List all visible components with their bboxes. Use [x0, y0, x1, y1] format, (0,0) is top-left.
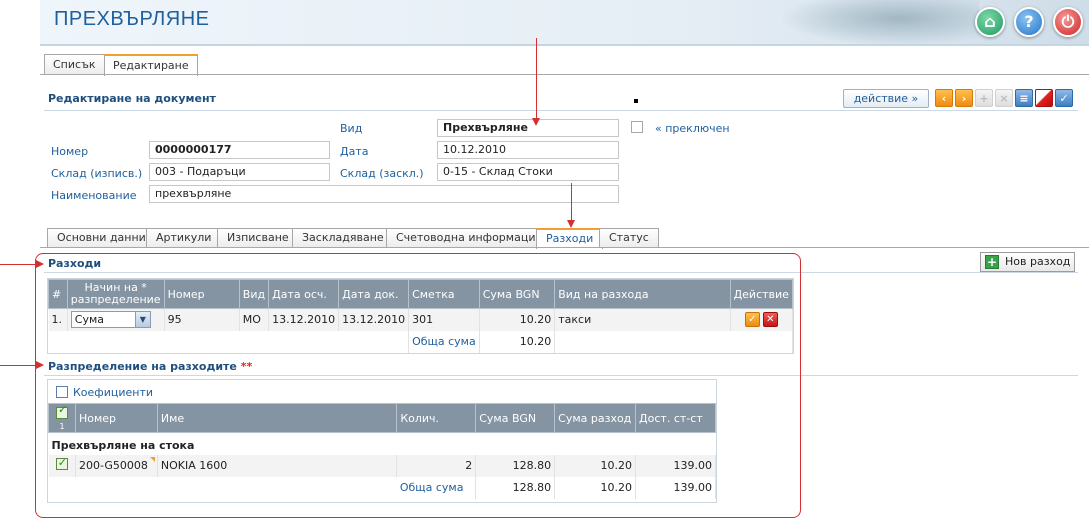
tab-expenses[interactable]: Разходи	[536, 228, 604, 249]
plus-icon: +	[985, 255, 999, 269]
vid-field[interactable]: Прехвърляне	[437, 119, 619, 137]
switched-checkbox[interactable]	[631, 121, 643, 133]
app-window: ПРЕХВЪРЛЯНЕ ⌂ ? ⏻ Списък Редактиране Ред…	[0, 0, 1089, 519]
page-title: ПРЕХВЪРЛЯНЕ	[54, 8, 210, 30]
warehouse-out-field[interactable]: 003 - Подаръци	[149, 163, 330, 181]
cursor-marker	[634, 99, 638, 103]
name-field[interactable]: прехвърляне	[149, 185, 619, 203]
tab-articles[interactable]: Артикули	[146, 228, 222, 248]
annotation-arrow-tab	[571, 183, 572, 221]
action-button[interactable]: действие »	[843, 89, 929, 108]
arrowhead-icon	[36, 361, 44, 369]
annotation-arrow-distribution	[0, 365, 36, 366]
list-icon[interactable]: ≡	[1015, 89, 1033, 107]
confirm-icon[interactable]: ✓	[1055, 89, 1073, 107]
new-expense-label: Нов разход	[1005, 255, 1071, 268]
cancel-icon[interactable]	[1035, 89, 1053, 107]
vid-label: Вид	[340, 122, 363, 135]
tab-basic-data[interactable]: Основни данни	[47, 228, 156, 248]
date-label: Дата	[340, 145, 369, 158]
edit-section-title: Редактиране на документ	[48, 92, 216, 105]
header-decoration	[779, 0, 979, 46]
new-expense-button[interactable]: + Нов разход	[980, 252, 1075, 272]
name-label: Наименование	[51, 189, 137, 202]
arrowhead-icon	[567, 220, 575, 228]
warehouse-in-label: Склад (заскл.)	[340, 167, 424, 180]
section-divider	[44, 110, 1078, 111]
arrowhead-icon	[36, 260, 44, 268]
annotation-arrow-vid	[536, 38, 537, 118]
date-field[interactable]: 10.12.2010	[437, 141, 619, 159]
page-header: ПРЕХВЪРЛЯНЕ ⌂ ? ⏻	[40, 0, 1089, 46]
delete-icon[interactable]: ×	[995, 89, 1013, 107]
annotation-arrow-expenses	[0, 264, 36, 265]
prev-icon[interactable]: ‹	[935, 89, 953, 107]
help-icon[interactable]: ?	[1014, 7, 1044, 37]
arrowhead-icon	[532, 118, 540, 126]
switched-link[interactable]: « преключен	[655, 122, 730, 135]
warehouse-out-label: Склад (изписв.)	[51, 167, 143, 180]
number-label: Номер	[51, 145, 89, 158]
tab-edit[interactable]: Редактиране	[104, 54, 198, 76]
annotation-frame	[35, 253, 801, 518]
tab-status[interactable]: Статус	[599, 228, 659, 248]
warehouse-in-field[interactable]: 0-15 - Склад Стоки	[437, 163, 619, 181]
tab-list[interactable]: Списък	[44, 54, 105, 75]
tab-accounting[interactable]: Счетоводна информация	[386, 228, 553, 248]
power-icon[interactable]: ⏻	[1053, 7, 1083, 37]
next-icon[interactable]: ›	[955, 89, 973, 107]
tab-issuing[interactable]: Изписване	[217, 228, 299, 248]
tab-storing[interactable]: Заскладяване	[292, 228, 394, 248]
tabs-baseline	[40, 74, 1089, 75]
home-icon[interactable]: ⌂	[975, 7, 1005, 37]
add-icon[interactable]: +	[975, 89, 993, 107]
number-field[interactable]: 0000000177	[149, 141, 330, 159]
subtabs-baseline	[40, 247, 1089, 248]
